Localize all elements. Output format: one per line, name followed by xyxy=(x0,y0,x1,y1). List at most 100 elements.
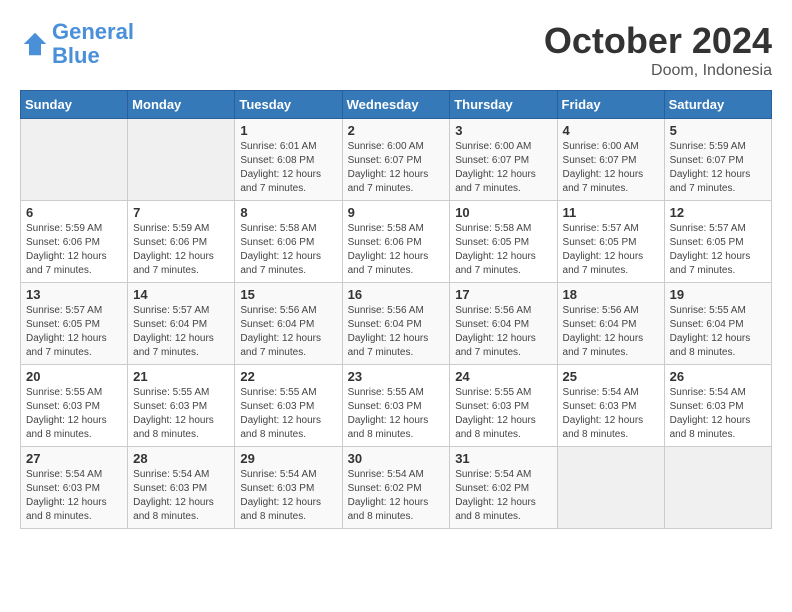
day-info: Sunrise: 5:58 AM Sunset: 6:06 PM Dayligh… xyxy=(348,222,445,278)
day-info: Sunrise: 5:54 AM Sunset: 6:03 PM Dayligh… xyxy=(670,386,766,442)
day-info: Sunrise: 5:58 AM Sunset: 6:06 PM Dayligh… xyxy=(240,222,336,278)
calendar-cell xyxy=(21,119,128,201)
day-info: Sunrise: 5:55 AM Sunset: 6:03 PM Dayligh… xyxy=(26,386,122,442)
calendar-body: 1Sunrise: 6:01 AM Sunset: 6:08 PM Daylig… xyxy=(21,119,772,529)
calendar-cell: 5Sunrise: 5:59 AM Sunset: 6:07 PM Daylig… xyxy=(664,119,771,201)
day-info: Sunrise: 5:56 AM Sunset: 6:04 PM Dayligh… xyxy=(348,304,445,360)
calendar-cell xyxy=(664,447,771,529)
calendar-cell: 28 Sunrise: 5:54 AM Sunset: 6:03 PM Dayli… xyxy=(128,447,235,529)
day-info: Sunrise: 6:01 AM Sunset: 6:08 PM Dayligh… xyxy=(240,140,336,196)
calendar-cell: 10Sunrise: 5:58 AM Sunset: 6:05 PM Dayli… xyxy=(450,201,557,283)
day-info: Sunrise: 5:57 AM Sunset: 6:05 PM Dayligh… xyxy=(670,222,766,278)
weekday-header: Wednesday xyxy=(342,91,450,119)
day-info: Sunrise: 5:55 AM Sunset: 6:03 PM Dayligh… xyxy=(240,386,336,442)
day-number: 7 xyxy=(133,205,229,220)
calendar-cell: 19Sunrise: 5:55 AM Sunset: 6:04 PM Dayli… xyxy=(664,283,771,365)
weekday-header: Tuesday xyxy=(235,91,342,119)
day-number: 29 xyxy=(240,451,336,466)
day-info: Sunrise: 6:00 AM Sunset: 6:07 PM Dayligh… xyxy=(563,140,659,196)
calendar-cell: 29Sunrise: 5:54 AM Sunset: 6:03 PM Dayli… xyxy=(235,447,342,529)
day-info: Sunrise: 5:56 AM Sunset: 6:04 PM Dayligh… xyxy=(563,304,659,360)
location: Doom, Indonesia xyxy=(544,62,772,80)
day-info: Sunrise: 5:54 AM Sunset: 6:03 PM Dayligh… xyxy=(133,468,229,524)
calendar-cell: 26 Sunrise: 5:54 AM Sunset: 6:03 PM Dayli… xyxy=(664,365,771,447)
day-info: Sunrise: 6:00 AM Sunset: 6:07 PM Dayligh… xyxy=(455,140,551,196)
day-number: 22 xyxy=(240,369,336,384)
page-header: General Blue October 2024 Doom, Indonesi… xyxy=(20,20,772,80)
day-info: Sunrise: 5:55 AM Sunset: 6:03 PM Dayligh… xyxy=(348,386,445,442)
weekday-header: Saturday xyxy=(664,91,771,119)
day-number: 23 xyxy=(348,369,445,384)
logo-text: General Blue xyxy=(52,20,134,68)
day-number: 16 xyxy=(348,287,445,302)
day-info: Sunrise: 5:54 AM Sunset: 6:02 PM Dayligh… xyxy=(348,468,445,524)
logo-icon xyxy=(20,29,50,59)
day-number: 5 xyxy=(670,123,766,138)
calendar-header-row: SundayMondayTuesdayWednesdayThursdayFrid… xyxy=(21,91,772,119)
calendar-cell: 1Sunrise: 6:01 AM Sunset: 6:08 PM Daylig… xyxy=(235,119,342,201)
calendar-cell: 30 Sunrise: 5:54 AM Sunset: 6:02 PM Dayli… xyxy=(342,447,450,529)
weekday-header: Sunday xyxy=(21,91,128,119)
calendar-cell xyxy=(128,119,235,201)
day-number: 12 xyxy=(670,205,766,220)
day-info: Sunrise: 5:54 AM Sunset: 6:02 PM Dayligh… xyxy=(455,468,551,524)
calendar-week-row: 20 Sunrise: 5:55 AM Sunset: 6:03 PM Dayli… xyxy=(21,365,772,447)
calendar-cell: 25 Sunrise: 5:54 AM Sunset: 6:03 PM Dayli… xyxy=(557,365,664,447)
day-info: Sunrise: 5:54 AM Sunset: 6:03 PM Dayligh… xyxy=(26,468,122,524)
day-number: 11 xyxy=(563,205,659,220)
calendar-cell: 18 Sunrise: 5:56 AM Sunset: 6:04 PM Dayli… xyxy=(557,283,664,365)
day-number: 19 xyxy=(670,287,766,302)
day-number: 21 xyxy=(133,369,229,384)
day-number: 4 xyxy=(563,123,659,138)
day-info: Sunrise: 5:55 AM Sunset: 6:03 PM Dayligh… xyxy=(133,386,229,442)
day-number: 25 xyxy=(563,369,659,384)
day-info: Sunrise: 5:57 AM Sunset: 6:05 PM Dayligh… xyxy=(26,304,122,360)
day-number: 20 xyxy=(26,369,122,384)
day-number: 13 xyxy=(26,287,122,302)
day-number: 31 xyxy=(455,451,551,466)
logo-line1: General xyxy=(52,19,134,44)
calendar-week-row: 27Sunrise: 5:54 AM Sunset: 6:03 PM Dayli… xyxy=(21,447,772,529)
calendar-cell: 6 Sunrise: 5:59 AM Sunset: 6:06 PM Daylig… xyxy=(21,201,128,283)
day-info: Sunrise: 5:56 AM Sunset: 6:04 PM Dayligh… xyxy=(240,304,336,360)
day-number: 28 xyxy=(133,451,229,466)
day-info: Sunrise: 5:59 AM Sunset: 6:06 PM Dayligh… xyxy=(26,222,122,278)
calendar-cell: 21 Sunrise: 5:55 AM Sunset: 6:03 PM Dayli… xyxy=(128,365,235,447)
weekday-header: Monday xyxy=(128,91,235,119)
month-title: October 2024 xyxy=(544,20,772,62)
day-info: Sunrise: 5:56 AM Sunset: 6:04 PM Dayligh… xyxy=(455,304,551,360)
calendar-cell: 11 Sunrise: 5:57 AM Sunset: 6:05 PM Dayli… xyxy=(557,201,664,283)
day-number: 17 xyxy=(455,287,551,302)
day-number: 18 xyxy=(563,287,659,302)
calendar-cell: 14 Sunrise: 5:57 AM Sunset: 6:04 PM Dayli… xyxy=(128,283,235,365)
day-info: Sunrise: 5:55 AM Sunset: 6:03 PM Dayligh… xyxy=(455,386,551,442)
calendar-cell: 17 Sunrise: 5:56 AM Sunset: 6:04 PM Dayli… xyxy=(450,283,557,365)
calendar-cell: 13 Sunrise: 5:57 AM Sunset: 6:05 PM Dayli… xyxy=(21,283,128,365)
calendar-cell: 12 Sunrise: 5:57 AM Sunset: 6:05 PM Dayli… xyxy=(664,201,771,283)
day-number: 3 xyxy=(455,123,551,138)
calendar-cell: 27Sunrise: 5:54 AM Sunset: 6:03 PM Dayli… xyxy=(21,447,128,529)
day-number: 24 xyxy=(455,369,551,384)
day-info: Sunrise: 5:57 AM Sunset: 6:04 PM Dayligh… xyxy=(133,304,229,360)
calendar-cell: 15Sunrise: 5:56 AM Sunset: 6:04 PM Dayli… xyxy=(235,283,342,365)
day-info: Sunrise: 5:59 AM Sunset: 6:06 PM Dayligh… xyxy=(133,222,229,278)
day-number: 26 xyxy=(670,369,766,384)
calendar-cell: 7 Sunrise: 5:59 AM Sunset: 6:06 PM Daylig… xyxy=(128,201,235,283)
day-info: Sunrise: 5:54 AM Sunset: 6:03 PM Dayligh… xyxy=(563,386,659,442)
calendar-cell: 23 Sunrise: 5:55 AM Sunset: 6:03 PM Dayli… xyxy=(342,365,450,447)
calendar-cell: 8 Sunrise: 5:58 AM Sunset: 6:06 PM Daylig… xyxy=(235,201,342,283)
calendar-cell xyxy=(557,447,664,529)
day-number: 6 xyxy=(26,205,122,220)
calendar-cell: 20 Sunrise: 5:55 AM Sunset: 6:03 PM Dayli… xyxy=(21,365,128,447)
day-info: Sunrise: 5:58 AM Sunset: 6:05 PM Dayligh… xyxy=(455,222,551,278)
day-number: 30 xyxy=(348,451,445,466)
title-block: October 2024 Doom, Indonesia xyxy=(544,20,772,80)
calendar-cell: 31 Sunrise: 5:54 AM Sunset: 6:02 PM Dayli… xyxy=(450,447,557,529)
calendar-week-row: 13 Sunrise: 5:57 AM Sunset: 6:05 PM Dayli… xyxy=(21,283,772,365)
calendar-cell: 22 Sunrise: 5:55 AM Sunset: 6:03 PM Dayli… xyxy=(235,365,342,447)
day-number: 14 xyxy=(133,287,229,302)
calendar-cell: 3 Sunrise: 6:00 AM Sunset: 6:07 PM Daylig… xyxy=(450,119,557,201)
weekday-header: Friday xyxy=(557,91,664,119)
day-number: 8 xyxy=(240,205,336,220)
day-info: Sunrise: 5:57 AM Sunset: 6:05 PM Dayligh… xyxy=(563,222,659,278)
